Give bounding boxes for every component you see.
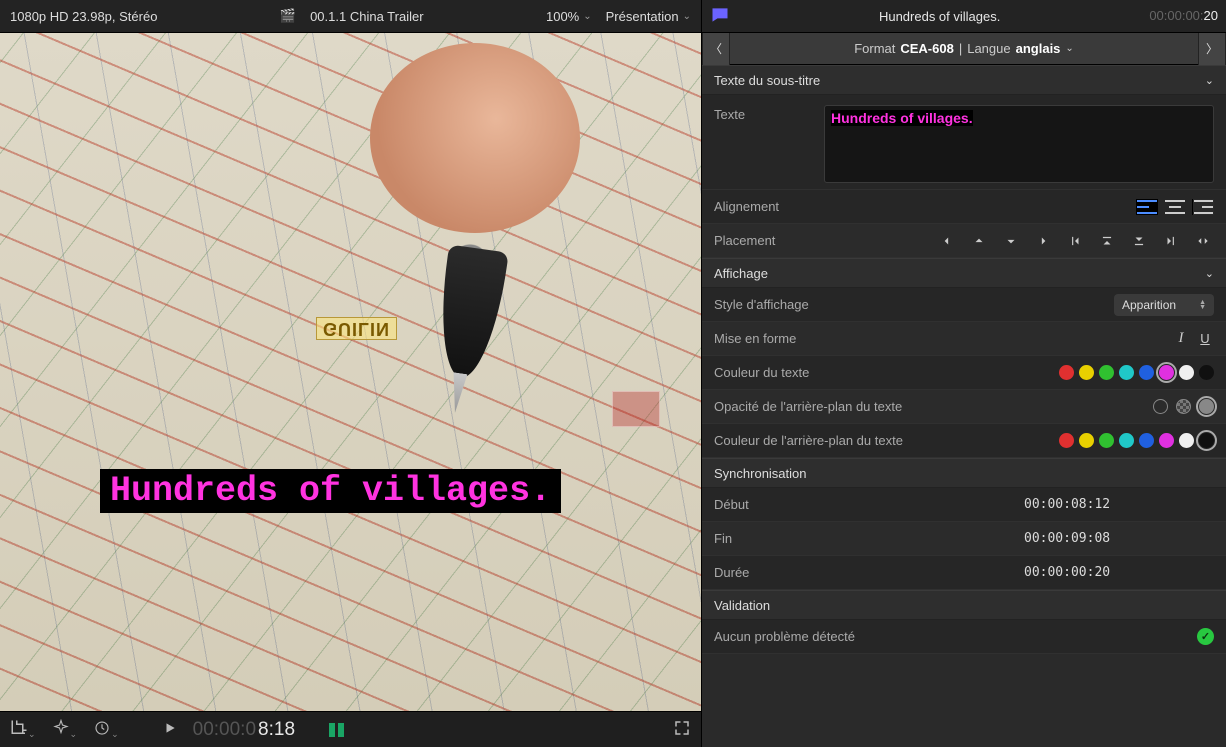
bg-color-swatch-2[interactable]	[1099, 433, 1114, 448]
nudge-left-button[interactable]	[936, 231, 958, 251]
duration-row: Durée 00:00:00:20	[702, 556, 1226, 590]
text-color-swatch-6[interactable]	[1179, 365, 1194, 380]
end-time-field[interactable]: 00:00:09:08	[1024, 531, 1110, 546]
inspector-title: Hundreds of villages.	[740, 9, 1139, 24]
start-time-field[interactable]: 00:00:08:12	[1024, 497, 1110, 512]
map-background	[0, 33, 701, 711]
placement-row: Placement	[702, 224, 1226, 258]
viewer-bottom-bar: ⌄ ⌄ ⌄ 00:00:08:18	[0, 711, 701, 747]
viewer-panel: 1080p HD 23.98p, Stéréo 🎬 00.1.1 China T…	[0, 0, 701, 747]
caption-text-input[interactable]: Hundreds of villages.	[824, 105, 1214, 183]
prev-caption-button[interactable]: 〈	[702, 33, 730, 65]
duration-field[interactable]: 00:00:00:20	[1024, 565, 1110, 580]
alignment-row: Alignement	[702, 190, 1226, 224]
bg-color-swatch-0[interactable]	[1059, 433, 1074, 448]
view-dropdown[interactable]: Présentation⌄	[606, 9, 691, 24]
move-top-button[interactable]	[1096, 231, 1118, 251]
section-validation: Validation	[702, 590, 1226, 620]
opacity-full-button[interactable]	[1199, 399, 1214, 414]
move-bottom-button[interactable]	[1128, 231, 1150, 251]
move-center-button[interactable]	[1192, 231, 1214, 251]
validation-message: Aucun problème détecté	[714, 629, 855, 644]
caption-icon[interactable]	[710, 5, 730, 28]
start-row: Début 00:00:08:12	[702, 488, 1226, 522]
retime-menu[interactable]: ⌄	[93, 719, 119, 740]
bg-color-swatch-6[interactable]	[1179, 433, 1194, 448]
section-caption-text[interactable]: Texte du sous-titre⌄	[702, 65, 1226, 95]
caption-overlay[interactable]: Hundreds of villages.	[100, 469, 561, 513]
label-bg-opacity: Opacité de l'arrière-plan du texte	[714, 399, 994, 414]
align-left-button[interactable]	[1136, 197, 1158, 217]
inspector-timecode: 00:00:00:20	[1149, 8, 1218, 24]
text-color-swatch-5[interactable]	[1159, 365, 1174, 380]
text-color-swatch-0[interactable]	[1059, 365, 1074, 380]
bg-color-swatch-1[interactable]	[1079, 433, 1094, 448]
effects-menu[interactable]: ⌄	[52, 719, 78, 740]
text-row: Texte Hundreds of villages.	[702, 95, 1226, 190]
audio-meters	[329, 723, 344, 737]
label-placement: Placement	[714, 233, 914, 248]
section-sync: Synchronisation	[702, 458, 1226, 488]
label-duration: Durée	[714, 565, 914, 580]
label-start: Début	[714, 497, 914, 512]
bg-color-swatch-3[interactable]	[1119, 433, 1134, 448]
italic-button[interactable]: I	[1172, 330, 1190, 347]
format-nav-row: 〈 FormatCEA-608| Langueanglais⌄ 〉	[702, 33, 1226, 65]
format-language-selector[interactable]: FormatCEA-608| Langueanglais⌄	[730, 41, 1198, 56]
clapper-icon: 🎬	[280, 8, 296, 24]
move-end-button[interactable]	[1160, 231, 1182, 251]
bg-color-swatch-7[interactable]	[1199, 433, 1214, 448]
play-button[interactable]	[163, 721, 177, 738]
format-style-row: Mise en forme I U	[702, 322, 1226, 356]
clip-name: 00.1.1 China Trailer	[310, 9, 423, 24]
text-color-row: Couleur du texte	[702, 356, 1226, 390]
align-center-button[interactable]	[1164, 197, 1186, 217]
text-color-swatch-1[interactable]	[1079, 365, 1094, 380]
chevron-down-icon: ⌄	[1205, 267, 1214, 280]
viewer-top-bar: 1080p HD 23.98p, Stéréo 🎬 00.1.1 China T…	[0, 0, 701, 33]
opacity-semi-button[interactable]	[1176, 399, 1191, 414]
inspector-header: Hundreds of villages. 00:00:00:20	[702, 0, 1226, 33]
format-info: 1080p HD 23.98p, Stéréo	[10, 9, 157, 24]
inspector-panel: Hundreds of villages. 00:00:00:20 〈 Form…	[701, 0, 1226, 747]
text-color-swatch-7[interactable]	[1199, 365, 1214, 380]
bg-opacity-row: Opacité de l'arrière-plan du texte	[702, 390, 1226, 424]
map-city-label: GUILIN	[316, 317, 397, 340]
nudge-down-button[interactable]	[1000, 231, 1022, 251]
label-text: Texte	[714, 105, 814, 122]
zoom-dropdown[interactable]: 100%⌄	[546, 9, 592, 24]
nudge-up-button[interactable]	[968, 231, 990, 251]
check-icon: ✓	[1197, 628, 1214, 645]
section-display[interactable]: Affichage⌄	[702, 258, 1226, 288]
display-style-stepper[interactable]: Apparition▲▼	[1114, 294, 1214, 316]
label-end: Fin	[714, 531, 914, 546]
next-caption-button[interactable]: 〉	[1198, 33, 1226, 65]
validation-row: Aucun problème détecté ✓	[702, 620, 1226, 654]
selection-handle[interactable]	[612, 391, 660, 427]
fullscreen-button[interactable]	[673, 719, 691, 740]
underline-button[interactable]: U	[1196, 331, 1214, 346]
nudge-right-button[interactable]	[1032, 231, 1054, 251]
timecode-display[interactable]: 00:00:08:18	[193, 719, 295, 741]
bg-color-swatch-4[interactable]	[1139, 433, 1154, 448]
viewer-canvas[interactable]: GUILIN Hundreds of villages.	[0, 33, 701, 711]
text-color-swatch-4[interactable]	[1139, 365, 1154, 380]
text-color-swatch-3[interactable]	[1119, 365, 1134, 380]
bg-color-swatch-5[interactable]	[1159, 433, 1174, 448]
crop-menu[interactable]: ⌄	[10, 719, 36, 740]
label-text-color: Couleur du texte	[714, 365, 994, 380]
opacity-none-button[interactable]	[1153, 399, 1168, 414]
text-color-swatch-2[interactable]	[1099, 365, 1114, 380]
align-right-button[interactable]	[1192, 197, 1214, 217]
move-start-button[interactable]	[1064, 231, 1086, 251]
end-row: Fin 00:00:09:08	[702, 522, 1226, 556]
label-format-style: Mise en forme	[714, 331, 914, 346]
label-alignment: Alignement	[714, 199, 914, 214]
label-bg-color: Couleur de l'arrière-plan du texte	[714, 433, 994, 448]
display-style-row: Style d'affichage Apparition▲▼	[702, 288, 1226, 322]
chevron-down-icon: ⌄	[1205, 74, 1214, 87]
label-display-style: Style d'affichage	[714, 297, 914, 312]
thumb-graphic	[370, 43, 580, 233]
bg-color-row: Couleur de l'arrière-plan du texte	[702, 424, 1226, 458]
